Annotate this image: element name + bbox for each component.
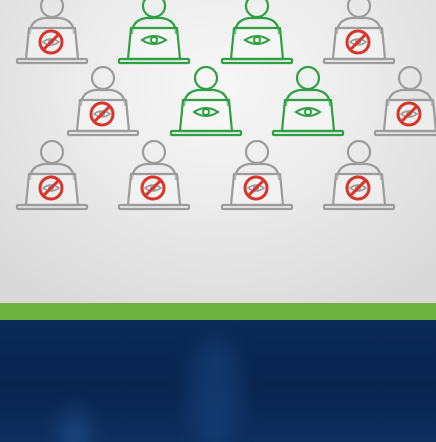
allowed-user-figure	[270, 65, 346, 138]
laptop-base	[66, 129, 140, 137]
blocked-user-figure	[219, 139, 295, 212]
person-head	[141, 139, 167, 165]
allowed-user-figure	[168, 65, 244, 138]
laptop-base	[169, 129, 243, 137]
laptop-base	[271, 129, 345, 137]
blocked-user-figure	[65, 65, 141, 138]
dark-blue-banner	[0, 320, 436, 442]
laptop-base	[117, 57, 191, 65]
blocked-user-figure	[321, 0, 397, 66]
person-head	[90, 65, 116, 91]
person-head	[141, 0, 167, 19]
allowed-user-figure	[219, 0, 295, 66]
illustration-page	[0, 0, 436, 442]
person-head	[39, 139, 65, 165]
green-accent-stripe	[0, 303, 436, 320]
light-glow	[60, 410, 90, 442]
access-illustration-panel	[0, 0, 436, 303]
blocked-user-figure	[116, 139, 192, 212]
laptop-base	[220, 57, 294, 65]
laptop-base	[15, 57, 89, 65]
laptop-base	[373, 129, 436, 137]
person-head	[295, 65, 321, 91]
laptop-base	[322, 57, 396, 65]
person-head	[244, 139, 270, 165]
person-head	[39, 0, 65, 19]
person-head	[193, 65, 219, 91]
person-head	[346, 139, 372, 165]
laptop-base	[15, 203, 89, 211]
laptop-base	[322, 203, 396, 211]
person-head	[244, 0, 270, 19]
light-glow	[190, 340, 240, 442]
blocked-user-figure	[14, 139, 90, 212]
laptop-base	[220, 203, 294, 211]
blocked-user-figure	[14, 0, 90, 66]
laptop-base	[117, 203, 191, 211]
allowed-user-figure	[116, 0, 192, 66]
person-head	[346, 0, 372, 19]
person-head	[397, 65, 423, 91]
blocked-user-figure	[321, 139, 397, 212]
blocked-user-figure	[372, 65, 436, 138]
